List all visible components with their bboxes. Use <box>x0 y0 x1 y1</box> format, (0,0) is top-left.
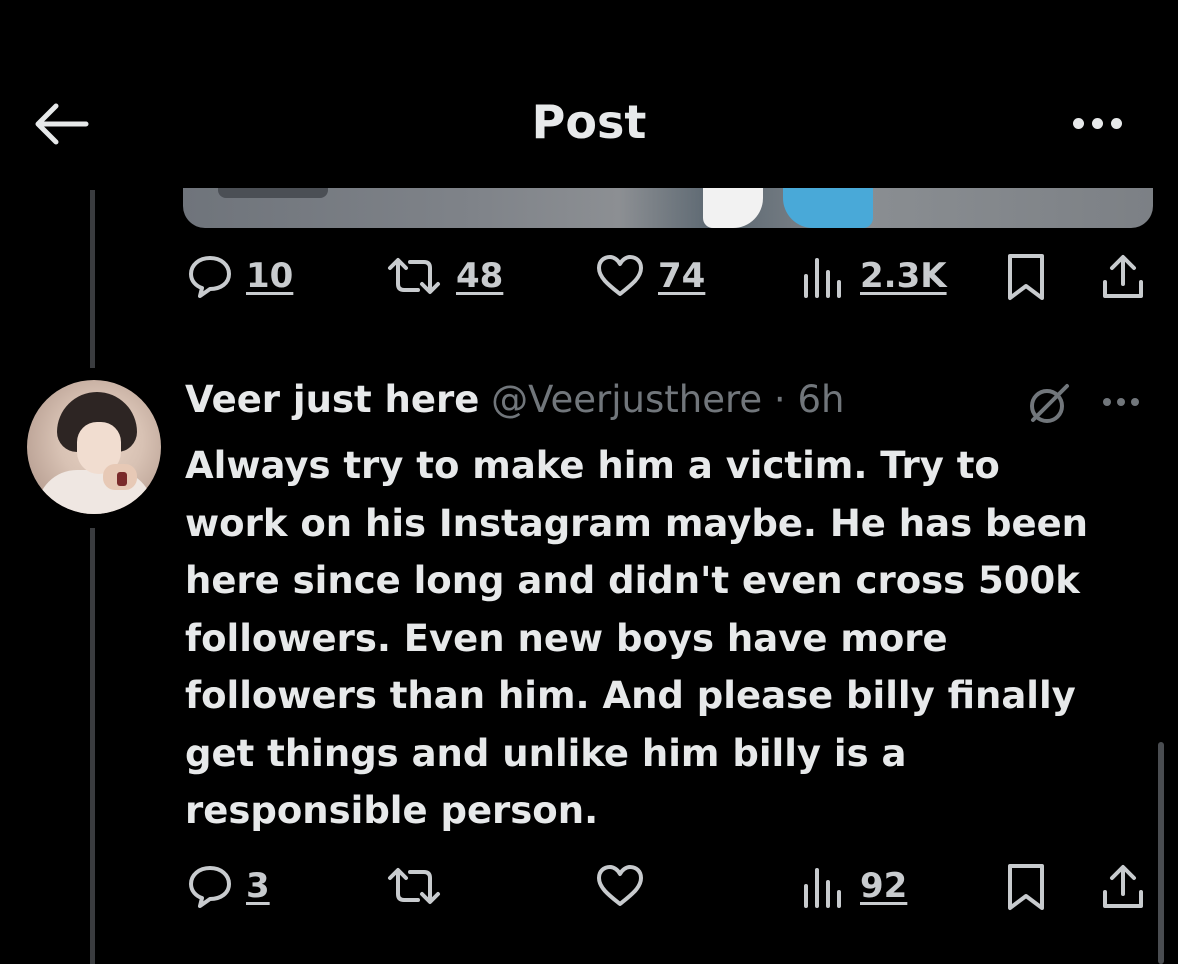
share-button[interactable] <box>1100 862 1146 916</box>
avatar[interactable] <box>27 380 161 514</box>
share-icon <box>1103 865 1143 908</box>
reply-icon <box>186 862 234 910</box>
views-action[interactable]: 2.3K <box>800 252 947 300</box>
repost-icon <box>384 252 444 300</box>
share-button[interactable] <box>1100 252 1146 306</box>
reply-body-line: followers than him. And please billy fin… <box>185 674 1076 717</box>
reply-body-line: followers. Even new boys have more <box>185 616 948 660</box>
repost-count: 48 <box>456 256 504 296</box>
reply-icon <box>186 252 234 300</box>
like-count: 74 <box>658 256 706 296</box>
page-title: Post <box>531 95 647 149</box>
bar-chart-icon <box>800 252 848 300</box>
reply-count: 10 <box>246 256 294 296</box>
handle-and-time[interactable]: @Veerjusthere · 6h <box>491 378 844 421</box>
post-media[interactable] <box>183 188 1153 228</box>
like-action[interactable] <box>594 862 646 910</box>
heart-icon <box>594 252 646 300</box>
reply-author: Veer just here @Veerjusthere · 6h <box>185 378 844 421</box>
display-name[interactable]: Veer just here <box>185 378 479 421</box>
thread-line <box>90 190 95 368</box>
reply-body-line: responsible person. <box>185 789 599 832</box>
reply-body: Always try to make him a victim. Try to … <box>185 437 1145 840</box>
more-options-button[interactable] <box>1062 100 1132 146</box>
thread-line <box>90 528 95 964</box>
reply-body-line: Always try to make him a victim. Try to <box>185 444 1000 487</box>
views-count: 92 <box>860 866 908 906</box>
reply-action[interactable]: 10 <box>186 252 293 300</box>
bookmark-button[interactable] <box>1004 252 1048 308</box>
scrollbar[interactable] <box>1158 742 1164 964</box>
like-action[interactable]: 74 <box>594 252 705 300</box>
share-icon <box>1103 255 1143 298</box>
bookmark-button[interactable] <box>1004 862 1048 918</box>
repost-action[interactable]: 48 <box>384 252 503 300</box>
bookmark-icon <box>1008 864 1044 910</box>
views-count: 2.3K <box>860 256 947 296</box>
repost-action[interactable] <box>384 862 444 910</box>
reply-body-line: get things and unlike him billy is a <box>185 731 907 775</box>
bookmark-icon <box>1008 254 1044 300</box>
grok-icon <box>1030 384 1069 423</box>
repost-icon <box>384 862 444 910</box>
grok-button[interactable] <box>1025 380 1073 428</box>
views-action[interactable]: 92 <box>800 862 907 910</box>
bar-chart-icon <box>800 862 848 910</box>
reply-body-line: work on his Instagram maybe. He has been <box>185 501 1089 545</box>
reply-body-line: here since long and didn't even cross 50… <box>185 559 1080 602</box>
more-horizontal-icon <box>1072 117 1084 129</box>
reply-action[interactable]: 3 <box>186 862 270 910</box>
reply-more-button[interactable] <box>1103 392 1147 412</box>
reply-count: 3 <box>246 866 270 906</box>
heart-icon <box>594 862 646 910</box>
more-horizontal-icon <box>1103 398 1111 406</box>
